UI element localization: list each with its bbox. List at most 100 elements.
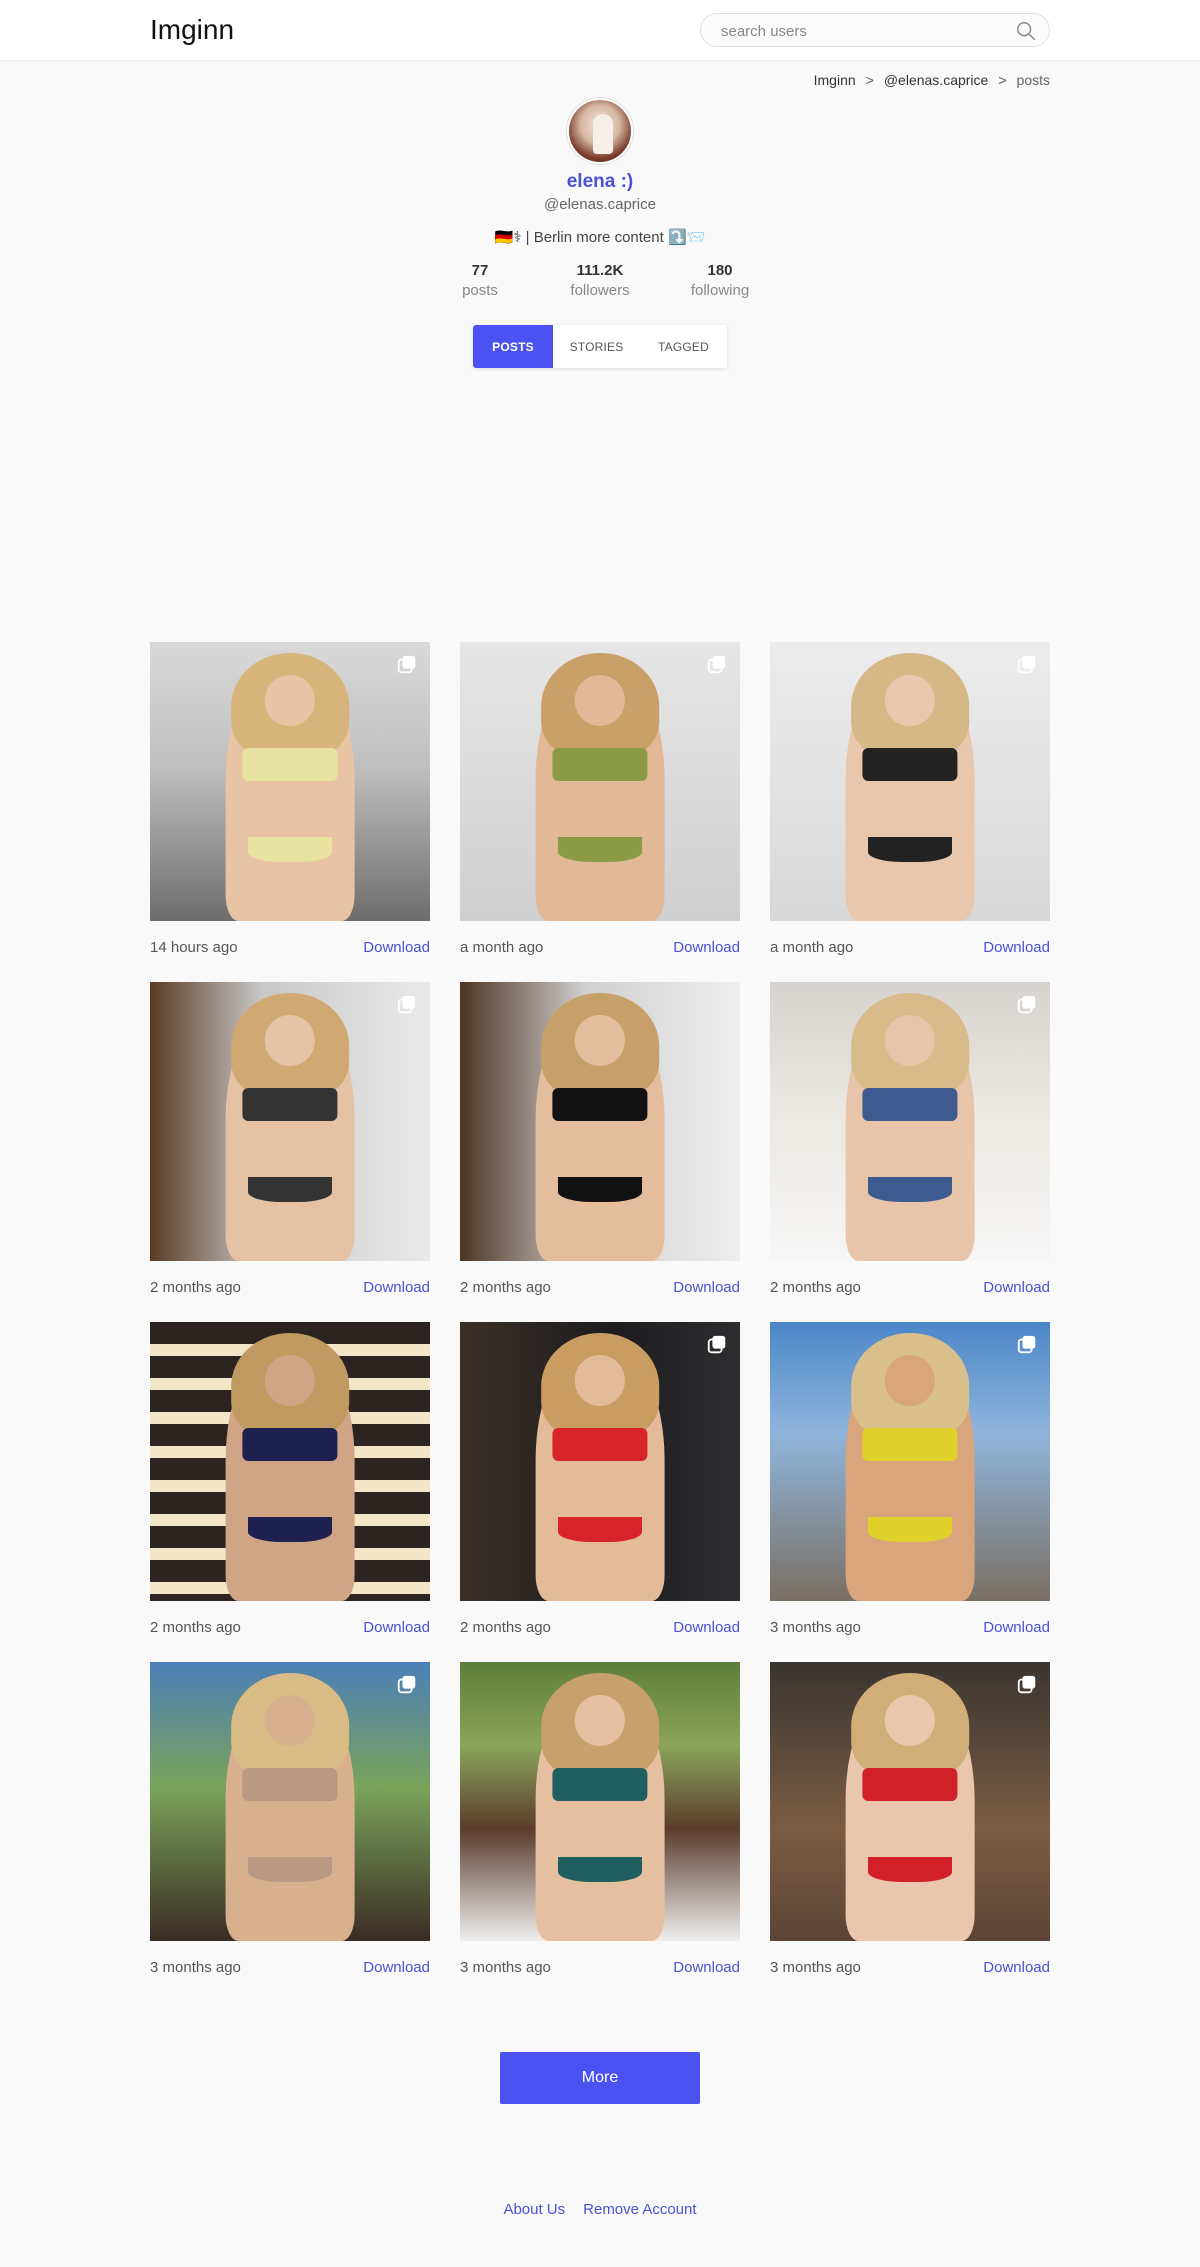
- avatar: [567, 98, 633, 164]
- stat-followers: 111.2K followers: [540, 262, 660, 299]
- stat-posts: 77 posts: [420, 262, 540, 299]
- download-link[interactable]: Download: [363, 1619, 430, 1636]
- post-thumbnail[interactable]: [150, 1662, 430, 1941]
- download-link[interactable]: Download: [983, 1959, 1050, 1976]
- photo-garment-top: [242, 1428, 338, 1462]
- post-thumbnail[interactable]: [150, 1322, 430, 1601]
- multi-image-icon: [1017, 995, 1036, 1014]
- post-card: 3 months ago Download: [770, 1322, 1050, 1662]
- post-time: 2 months ago: [460, 1619, 551, 1636]
- search-icon[interactable]: [1015, 20, 1037, 42]
- search-input[interactable]: [721, 20, 1001, 42]
- multi-image-icon: [397, 995, 416, 1014]
- photo-garment-top: [552, 1768, 648, 1802]
- post-thumbnail[interactable]: [460, 1662, 740, 1941]
- photo-garment-top: [552, 1088, 648, 1122]
- tab-stories[interactable]: STORIES: [553, 325, 640, 368]
- download-link[interactable]: Download: [363, 939, 430, 956]
- profile-username: @elenas.caprice: [544, 196, 656, 213]
- breadcrumb-separator: >: [998, 72, 1007, 88]
- post-thumbnail[interactable]: [770, 642, 1050, 921]
- download-link[interactable]: Download: [983, 1619, 1050, 1636]
- download-link[interactable]: Download: [983, 939, 1050, 956]
- post-card: 2 months ago Download: [460, 1322, 740, 1662]
- photo-garment-bottom: [248, 1857, 332, 1883]
- multi-image-icon: [707, 1335, 726, 1354]
- about-us-link[interactable]: About Us: [503, 2201, 565, 2218]
- stat-number: 111.2K: [576, 262, 624, 279]
- post-card: a month ago Download: [770, 642, 1050, 982]
- photo-garment-top: [862, 1088, 958, 1122]
- post-card: 14 hours ago Download: [150, 642, 430, 982]
- post-thumbnail[interactable]: [770, 1322, 1050, 1601]
- stat-following: 180 following: [660, 262, 780, 299]
- photo-garment-bottom: [558, 1177, 642, 1203]
- multi-image-icon: [397, 1675, 416, 1694]
- site-logo[interactable]: Imginn: [150, 14, 234, 46]
- tab-posts[interactable]: POSTS: [473, 325, 553, 368]
- posts-grid: 14 hours ago Download a month ago Download a…: [150, 642, 1050, 2002]
- post-thumbnail[interactable]: [150, 642, 430, 921]
- tab-tagged[interactable]: TAGGED: [640, 325, 727, 368]
- photo-garment-bottom: [558, 837, 642, 863]
- remove-account-link[interactable]: Remove Account: [583, 2201, 696, 2218]
- avatar-figure: [593, 114, 613, 154]
- post-card: 3 months ago Download: [150, 1662, 430, 2002]
- post-meta: 2 months ago Download: [460, 1619, 740, 1636]
- post-thumbnail[interactable]: [150, 982, 430, 1261]
- post-time: 3 months ago: [460, 1959, 551, 1976]
- multi-image-icon: [1017, 1335, 1036, 1354]
- post-time: 3 months ago: [770, 1959, 861, 1976]
- post-meta: a month ago Download: [460, 939, 740, 956]
- photo-garment-top: [862, 748, 958, 782]
- multi-image-icon: [707, 655, 726, 674]
- post-time: 2 months ago: [770, 1279, 861, 1296]
- post-time: a month ago: [460, 939, 544, 956]
- breadcrumb-profile[interactable]: @elenas.caprice: [884, 72, 989, 88]
- search-box[interactable]: [700, 13, 1050, 47]
- post-time: a month ago: [770, 939, 854, 956]
- stat-number: 77: [471, 262, 489, 279]
- post-meta: 3 months ago Download: [150, 1959, 430, 1976]
- breadcrumb-home[interactable]: Imginn: [814, 72, 856, 88]
- profile-fullname: elena :): [566, 171, 634, 192]
- post-time: 2 months ago: [150, 1279, 241, 1296]
- post-card: 2 months ago Download: [150, 1322, 430, 1662]
- photo-garment-top: [242, 1088, 338, 1122]
- breadcrumb: Imginn > @elenas.caprice > posts: [814, 72, 1050, 88]
- photo-garment-bottom: [558, 1857, 642, 1883]
- photo-garment-bottom: [868, 1857, 952, 1883]
- post-card: 2 months ago Download: [460, 982, 740, 1322]
- photo-garment-bottom: [248, 1517, 332, 1543]
- download-link[interactable]: Download: [673, 1959, 740, 1976]
- multi-image-icon: [397, 655, 416, 674]
- post-time: 3 months ago: [150, 1959, 241, 1976]
- download-link[interactable]: Download: [673, 939, 740, 956]
- post-meta: 14 hours ago Download: [150, 939, 430, 956]
- post-meta: a month ago Download: [770, 939, 1050, 956]
- post-meta: 2 months ago Download: [150, 1619, 430, 1636]
- photo-garment-top: [552, 748, 648, 782]
- photo-garment-top: [862, 1768, 958, 1802]
- post-time: 3 months ago: [770, 1619, 861, 1636]
- download-link[interactable]: Download: [673, 1279, 740, 1296]
- post-thumbnail[interactable]: [770, 1662, 1050, 1941]
- multi-image-icon: [1017, 655, 1036, 674]
- download-link[interactable]: Download: [983, 1279, 1050, 1296]
- post-thumbnail[interactable]: [770, 982, 1050, 1261]
- post-thumbnail[interactable]: [460, 642, 740, 921]
- photo-garment-top: [862, 1428, 958, 1462]
- post-thumbnail[interactable]: [460, 1322, 740, 1601]
- download-link[interactable]: Download: [363, 1959, 430, 1976]
- stat-label: posts: [462, 282, 498, 299]
- photo-garment-bottom: [868, 1177, 952, 1203]
- post-thumbnail[interactable]: [460, 982, 740, 1261]
- profile-bio: 🇩🇪⚕ | Berlin more content ⤵️📨: [494, 229, 706, 246]
- photo-garment-bottom: [558, 1517, 642, 1543]
- profile-tabs: POSTS STORIES TAGGED: [473, 325, 727, 368]
- download-link[interactable]: Download: [673, 1619, 740, 1636]
- stat-label: followers: [570, 282, 630, 299]
- photo-garment-bottom: [868, 1517, 952, 1543]
- download-link[interactable]: Download: [363, 1279, 430, 1296]
- more-button[interactable]: More: [500, 2052, 700, 2104]
